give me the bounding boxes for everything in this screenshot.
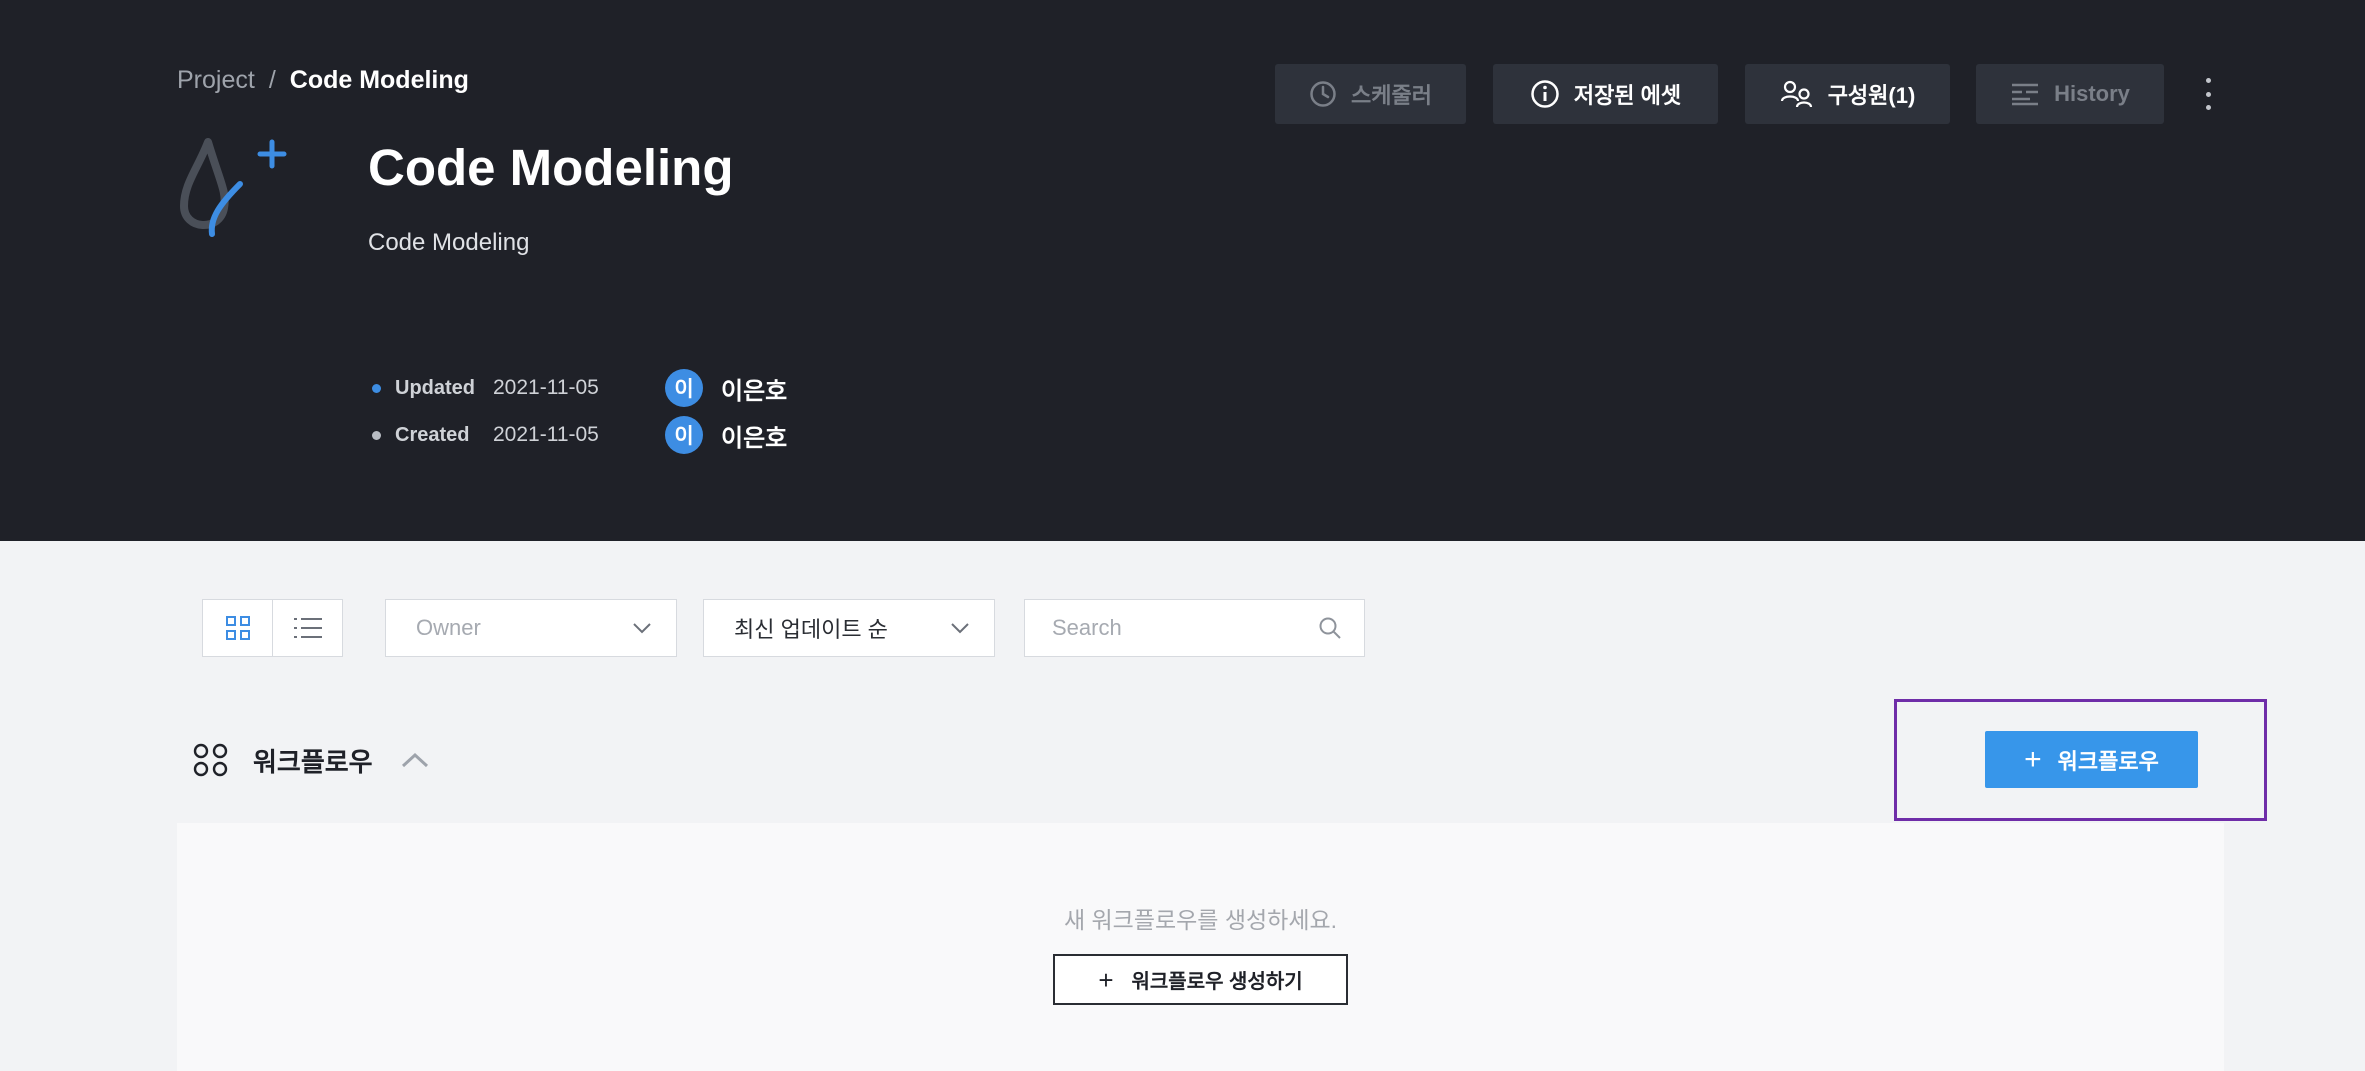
chevron-up-icon[interactable] — [401, 752, 429, 768]
updated-user-name: 이은호 — [721, 377, 788, 405]
history-label: History — [2054, 81, 2130, 106]
avatar: 이 — [665, 369, 703, 407]
workflow-section-header: 워크플로우 — [193, 738, 429, 782]
breadcrumb-current: Code Modeling — [289, 66, 469, 94]
search-box — [1024, 599, 1365, 657]
updated-label: Updated — [395, 376, 475, 399]
workflow-empty-panel: 새 워크플로우를 생성하세요. + 워크플로우 생성하기 — [177, 823, 2224, 1071]
created-user-name: 이은호 — [721, 424, 788, 452]
owner-filter-select[interactable]: Owner — [385, 599, 677, 657]
chevron-down-icon — [951, 623, 969, 634]
list-view-icon — [293, 618, 322, 638]
saved-assets-button[interactable]: 저장된 에셋 — [1493, 64, 1718, 124]
members-button[interactable]: 구성원(1) — [1745, 64, 1950, 124]
more-vertical-icon[interactable] — [2196, 78, 2220, 110]
scheduler-button[interactable]: 스케줄러 — [1275, 64, 1466, 124]
members-label: 구성원(1) — [1827, 83, 1916, 108]
history-button[interactable]: History — [1976, 64, 2164, 124]
search-icon[interactable] — [1318, 616, 1342, 640]
breadcrumb: Project / Code Modeling — [177, 66, 469, 95]
chevron-down-icon — [633, 623, 651, 634]
grid-view-icon — [225, 616, 250, 640]
created-label: Created — [395, 423, 470, 446]
updated-date: 2021-11-05 — [493, 376, 599, 399]
updated-dot — [372, 383, 381, 393]
workflow-icon — [193, 743, 228, 777]
create-workflow-label: 워크플로우 생성하기 — [1131, 971, 1303, 993]
info-icon — [1531, 80, 1559, 108]
saved-assets-label: 저장된 에셋 — [1573, 83, 1682, 108]
empty-state-message: 새 워크플로우를 생성하세요. — [1063, 907, 1338, 933]
grid-view-button[interactable] — [203, 600, 272, 656]
project-header: Project / Code Modeling Code Modeling Code… — [0, 0, 2365, 541]
search-input[interactable] — [1050, 614, 1294, 642]
updated-row: Updated 2021-11-05 이 이은호 — [372, 368, 787, 408]
sort-value: 최신 업데이트 순 — [734, 617, 888, 642]
created-dot — [372, 430, 381, 440]
plus-icon: + — [2024, 742, 2042, 776]
plus-icon: + — [1098, 964, 1114, 995]
project-title: Code Modeling — [368, 139, 734, 196]
project-description: Code Modeling — [368, 229, 530, 256]
create-workflow-button[interactable]: + 워크플로우 생성하기 — [1053, 954, 1348, 1005]
add-workflow-button[interactable]: + 워크플로우 — [1985, 731, 2198, 788]
drop-sparkle-logo-icon — [180, 138, 298, 246]
sort-select[interactable]: 최신 업데이트 순 — [703, 599, 995, 657]
avatar: 이 — [665, 416, 703, 454]
clock-icon — [1310, 81, 1336, 107]
breadcrumb-separator: / — [268, 66, 276, 94]
scheduler-label: 스케줄러 — [1351, 83, 1432, 108]
view-mode-toggle — [202, 599, 343, 657]
breadcrumb-root[interactable]: Project — [177, 66, 255, 94]
owner-filter-placeholder: Owner — [416, 615, 481, 640]
workflow-section-title: 워크플로우 — [253, 746, 373, 777]
list-view-button[interactable] — [272, 600, 342, 656]
created-date: 2021-11-05 — [493, 423, 599, 446]
created-row: Created 2021-11-05 이 이은호 — [372, 415, 787, 455]
members-icon — [1780, 80, 1812, 108]
history-list-icon — [2012, 83, 2039, 106]
add-workflow-label: 워크플로우 — [2057, 748, 2159, 774]
